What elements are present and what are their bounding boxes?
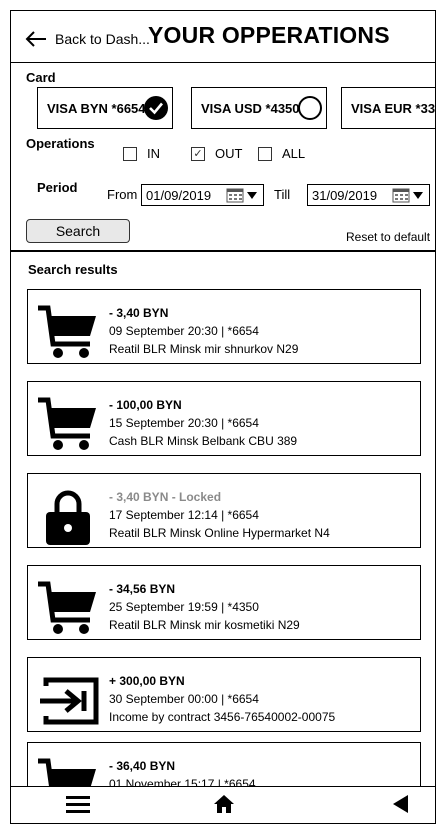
card-label: Card: [26, 70, 56, 85]
checkmark-selected-icon: [144, 96, 168, 120]
header: Back to Dash... YOUR OPPERATIONS: [11, 11, 435, 63]
checkbox-empty-icon: [258, 146, 272, 161]
operation-date: 09 September 20:30 | *6654: [109, 324, 259, 338]
till-date-field[interactable]: 31/09/2019: [307, 184, 430, 206]
filters-panel: Card VISA BYN *6654 VISA USD *4350 VISA …: [11, 62, 435, 252]
operation-amount: - 34,56 BYN: [109, 582, 176, 596]
card-label-eur: VISA EUR *33: [351, 100, 436, 116]
arrow-left-icon: [25, 31, 46, 47]
operation-description: Cash BLR Minsk Belbank CBU 389: [109, 434, 298, 448]
radio-unselected-icon: [298, 96, 322, 120]
menu-icon[interactable]: [66, 793, 90, 815]
back-to-dashboard-link[interactable]: Back to Dash...: [25, 31, 150, 47]
operation-description: Reatil BLR Minsk mir kosmetiki N29: [109, 618, 300, 632]
operation-all-label: ALL: [282, 146, 306, 161]
operation-amount: - 3,40 BYN: [109, 306, 169, 320]
operation-amount: - 36,40 BYN: [109, 759, 176, 773]
operation-in-label: IN: [147, 146, 160, 161]
card-label-usd: VISA USD *4350: [201, 100, 300, 116]
operation-item[interactable]: - 34,56 BYN 25 September 19:59 | *4350 R…: [27, 565, 421, 640]
card-option-byn[interactable]: VISA BYN *6654: [37, 87, 173, 129]
page-title: YOUR OPPERATIONS: [148, 22, 390, 48]
bottom-nav: [11, 786, 435, 823]
card-option-eur[interactable]: VISA EUR *33: [341, 87, 436, 129]
till-label: Till: [274, 187, 291, 202]
checkbox-empty-icon: [123, 146, 137, 161]
income-icon: [40, 677, 99, 725]
card-option-usd[interactable]: VISA USD *4350: [191, 87, 327, 129]
operation-out-label: OUT: [215, 146, 243, 161]
operation-item[interactable]: - 3,40 BYN - Locked 17 September 12:14 |…: [27, 473, 421, 548]
cart-icon: [38, 397, 96, 450]
operation-item[interactable]: - 3,40 BYN 09 September 20:30 | *6654 Re…: [27, 289, 421, 364]
period-label: Period: [37, 180, 78, 195]
card-label-byn: VISA BYN *6654: [47, 100, 146, 116]
operation-description: Reatil BLR Minsk Online Hypermarket N4: [109, 526, 330, 540]
from-label: From: [107, 187, 138, 202]
lock-icon: [46, 490, 90, 545]
back-triangle-icon[interactable]: [391, 793, 409, 815]
checkbox-checked-icon: ✓: [191, 146, 205, 161]
operation-amount: - 100,00 BYN: [109, 398, 182, 412]
from-date-field[interactable]: 01/09/2019: [141, 184, 264, 206]
back-label: Back to Dash...: [55, 31, 150, 47]
operation-date: 25 September 19:59 | *4350: [109, 600, 259, 614]
operation-description: Reatil BLR Minsk mir shnurkov N29: [109, 342, 299, 356]
reset-to-default-link[interactable]: Reset to default: [346, 230, 430, 244]
search-results-title: Search results: [28, 262, 118, 277]
cart-icon: [38, 581, 96, 634]
operation-item[interactable]: - 100,00 BYN 15 September 20:30 | *6654 …: [27, 381, 421, 456]
app-frame: Back to Dash... YOUR OPPERATIONS Card VI…: [10, 10, 436, 824]
till-date-value: 31/09/2019: [312, 187, 378, 203]
calendar-dropdown-icon[interactable]: [226, 187, 260, 203]
operation-in-checkbox[interactable]: IN: [123, 146, 160, 161]
operation-amount: + 300,00 BYN: [109, 674, 185, 688]
search-button[interactable]: Search: [26, 219, 130, 243]
operation-date: 30 September 00:00 | *6654: [109, 692, 259, 706]
from-date-value: 01/09/2019: [146, 187, 212, 203]
home-icon[interactable]: [213, 793, 235, 815]
operation-amount: - 3,40 BYN - Locked: [109, 490, 222, 504]
calendar-dropdown-icon[interactable]: [392, 187, 426, 203]
operation-all-checkbox[interactable]: ALL: [258, 146, 305, 161]
operation-out-checkbox[interactable]: ✓ OUT: [191, 146, 242, 161]
cart-icon: [38, 305, 96, 358]
operation-item[interactable]: + 300,00 BYN 30 September 00:00 | *6654 …: [27, 657, 421, 732]
operations-label: Operations: [26, 136, 95, 151]
operation-date: 17 September 12:14 | *6654: [109, 508, 259, 522]
operation-date: 15 September 20:30 | *6654: [109, 416, 259, 430]
operation-description: Income by contract 3456-76540002-00075: [109, 710, 336, 724]
